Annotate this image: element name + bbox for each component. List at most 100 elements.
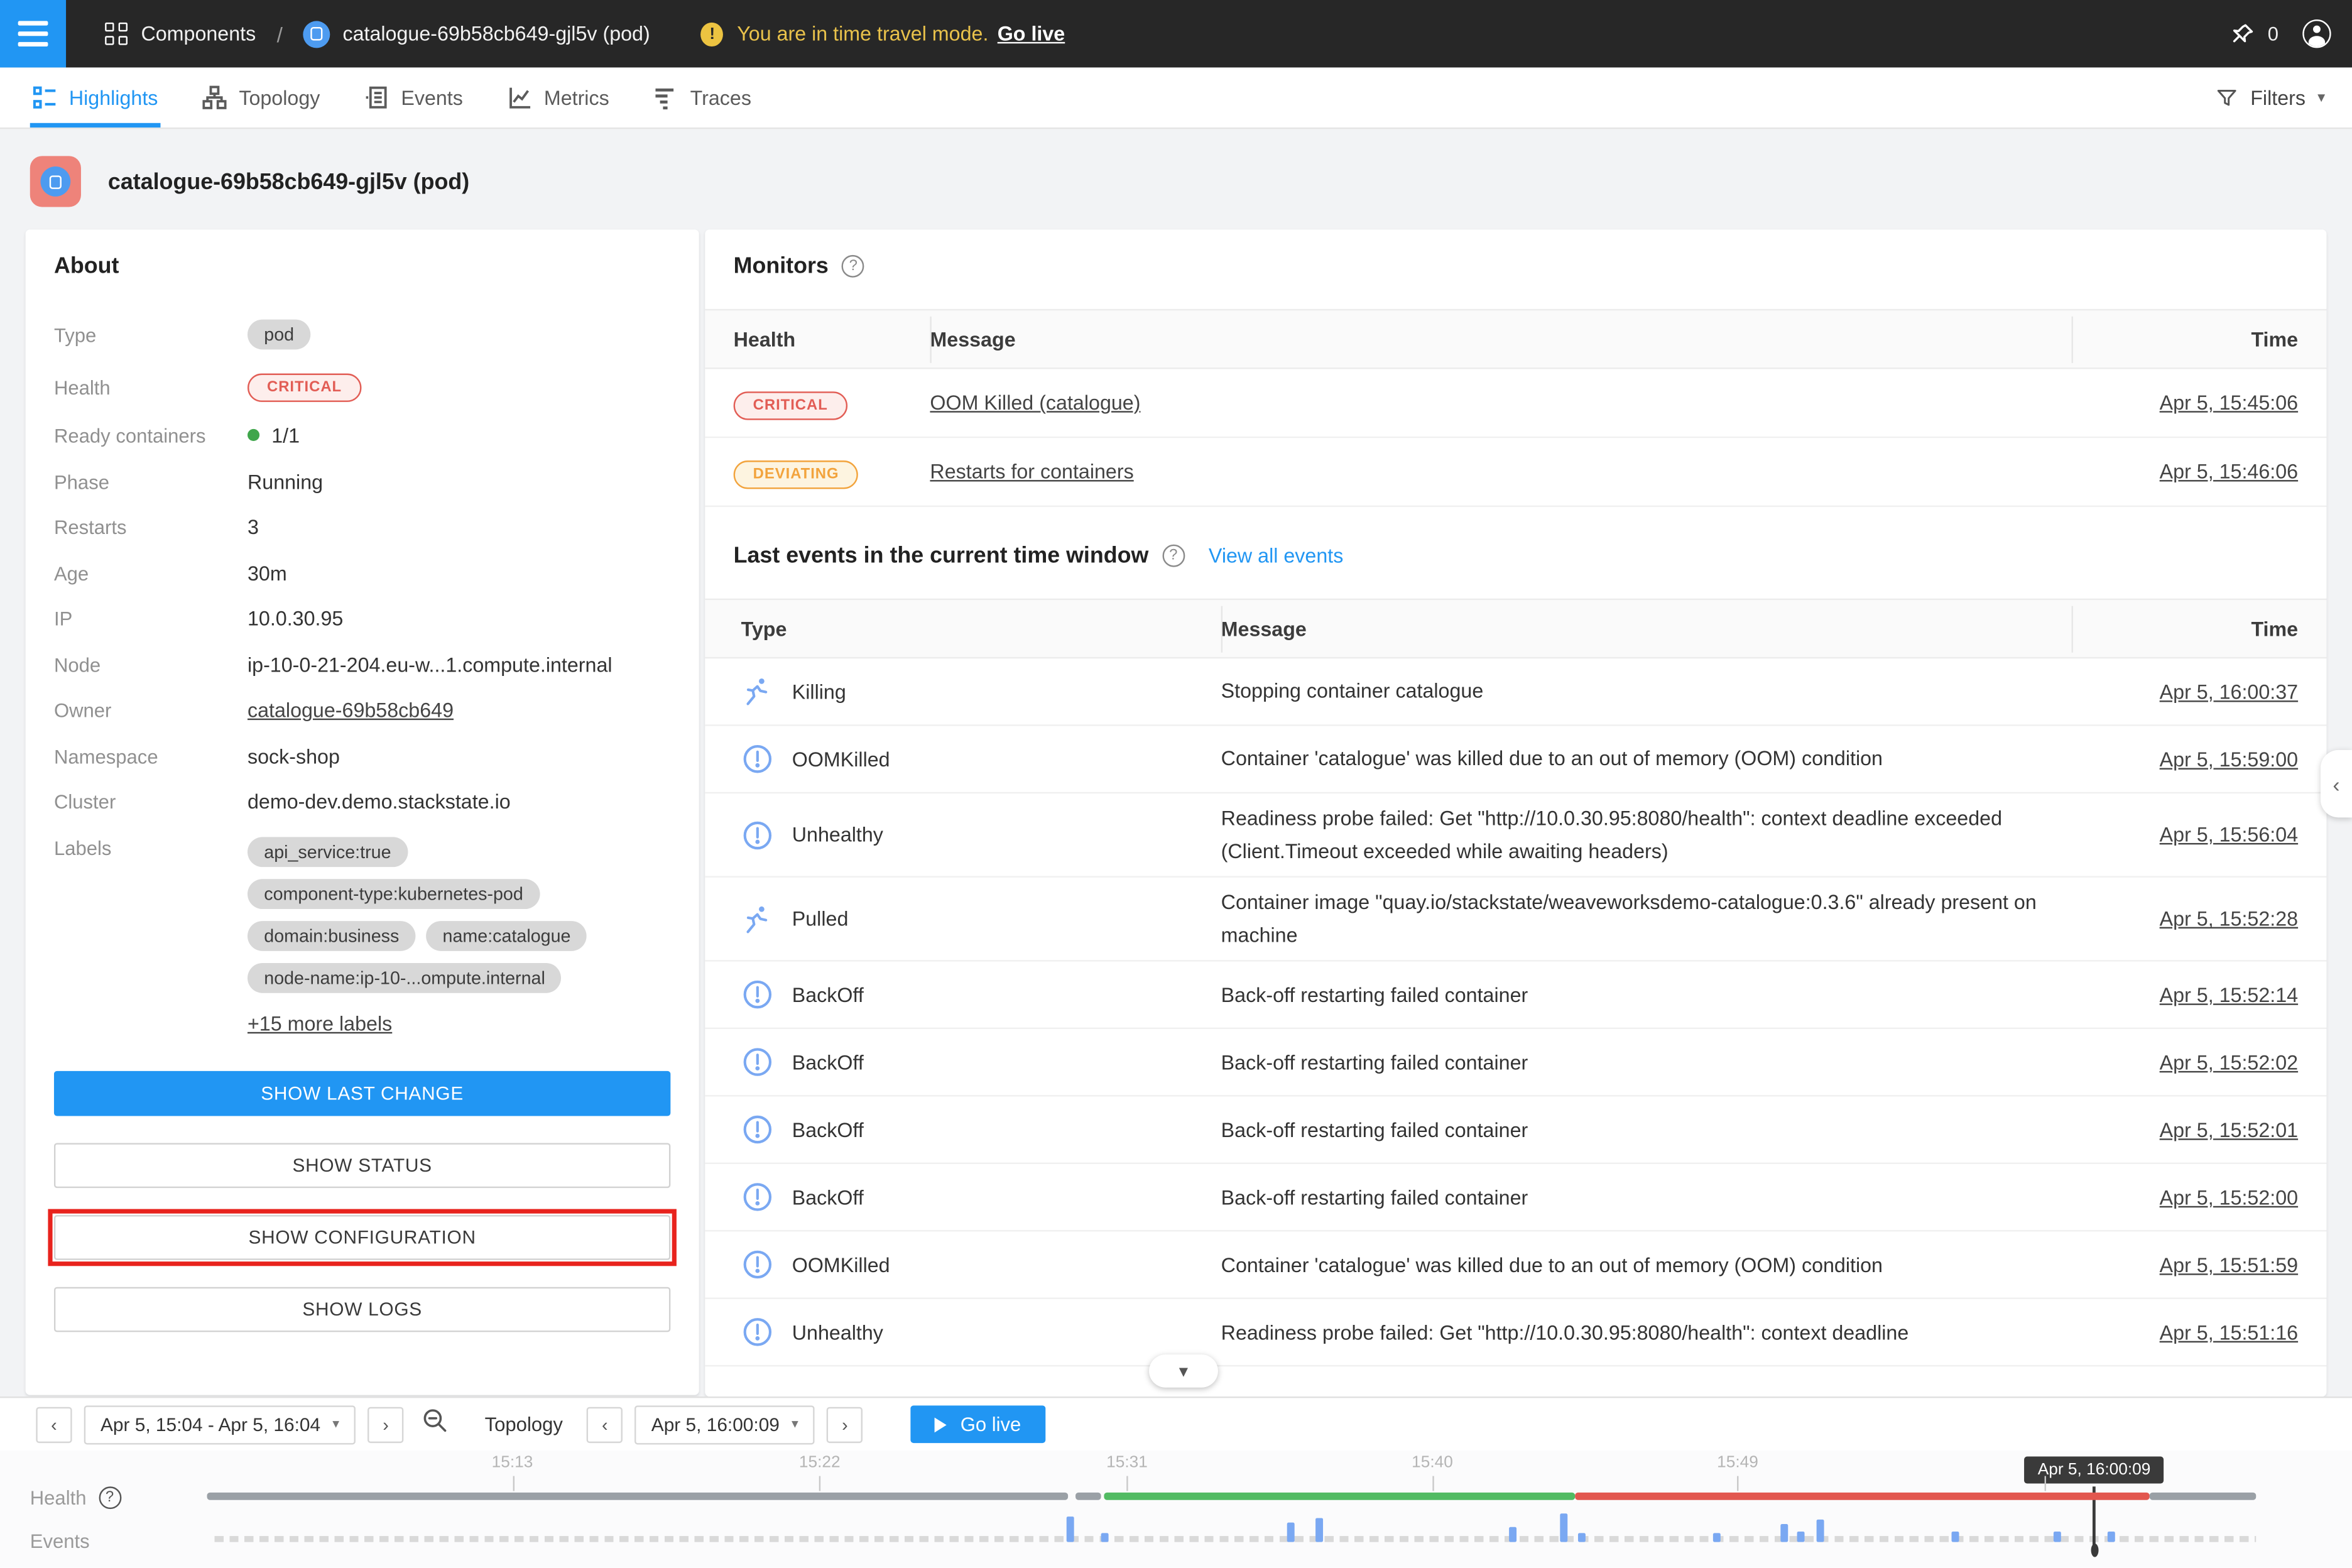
event-type-cell: Killing xyxy=(705,675,1221,709)
tab-label: Metrics xyxy=(544,86,609,109)
topology-time-value: Apr 5, 16:00:09 xyxy=(651,1414,780,1435)
pin-icon[interactable] xyxy=(2230,21,2256,46)
event-message-cell: Back-off restarting failed container xyxy=(1221,1182,2072,1214)
monitor-message-link[interactable]: OOM Killed (catalogue) xyxy=(930,391,1140,414)
about-value: 30m xyxy=(248,562,287,584)
event-time-cell: Apr 5, 15:52:01 xyxy=(2072,1119,2327,1141)
event-time-cell: Apr 5, 15:52:02 xyxy=(2072,1052,2327,1074)
topology-time-prev-button[interactable]: ‹ xyxy=(587,1407,623,1442)
breadcrumb-separator: / xyxy=(277,22,283,46)
topology-time-dropdown[interactable]: Apr 5, 16:00:09 ▾ xyxy=(635,1405,815,1444)
topology-time-next-button[interactable]: › xyxy=(827,1407,863,1442)
events-baseline xyxy=(214,1536,2256,1542)
event-time-link[interactable]: Apr 5, 15:51:16 xyxy=(2160,1321,2298,1344)
range-next-button[interactable]: › xyxy=(368,1407,403,1442)
event-time-link[interactable]: Apr 5, 15:52:28 xyxy=(2160,908,2298,930)
events-help-icon[interactable]: ? xyxy=(1162,545,1185,567)
tab-label: Events xyxy=(401,86,463,109)
show-last-change-button[interactable]: SHOW LAST CHANGE xyxy=(54,1070,670,1116)
alert-circle-icon xyxy=(741,1046,775,1079)
event-time-link[interactable]: Apr 5, 15:52:00 xyxy=(2160,1186,2298,1209)
time-travel-warning: ! You are in time travel mode. Go live xyxy=(701,22,1065,46)
monitor-message-link[interactable]: Restarts for containers xyxy=(930,460,1133,483)
about-value: 1/1 xyxy=(248,425,300,447)
show-status-button[interactable]: SHOW STATUS xyxy=(54,1142,670,1187)
zoom-out-icon[interactable] xyxy=(422,1407,449,1442)
event-time-link[interactable]: Apr 5, 15:52:14 xyxy=(2160,984,2298,1006)
event-time-link[interactable]: Apr 5, 15:52:01 xyxy=(2160,1119,2298,1141)
event-type-label: BackOff xyxy=(792,1052,864,1074)
tab-traces[interactable]: Traces xyxy=(651,67,754,128)
metrics-icon xyxy=(508,85,532,109)
event-time-link[interactable]: Apr 5, 16:00:37 xyxy=(2160,680,2298,703)
event-message-text: Back-off restarting failed container xyxy=(1221,983,1573,1006)
monitor-time-link[interactable]: Apr 5, 15:46:06 xyxy=(2160,460,2298,483)
event-message-cell: Container image "quay.io/stackstate/weav… xyxy=(1221,887,2072,952)
event-time-link[interactable]: Apr 5, 15:51:59 xyxy=(2160,1254,2298,1277)
filters-button[interactable]: Filters ▾ xyxy=(2216,86,2325,109)
hamburger-menu-button[interactable] xyxy=(0,0,66,67)
show-configuration-button[interactable]: SHOW CONFIGURATION xyxy=(54,1214,670,1260)
more-labels-link[interactable]: +15 more labels xyxy=(248,1012,655,1035)
owner-link[interactable]: catalogue-69b58cb649 xyxy=(248,699,454,722)
about-row-labels: Labels api_service:truecomponent-type:ku… xyxy=(54,836,670,1034)
collapse-panel-handle[interactable]: ‹ xyxy=(2321,750,2352,817)
about-label: Health xyxy=(54,376,248,398)
tab-events[interactable]: Events xyxy=(362,67,466,128)
event-type-cell: BackOff xyxy=(705,1114,1221,1147)
event-type-label: BackOff xyxy=(792,984,864,1006)
tab-label: Topology xyxy=(239,86,320,109)
about-label: Owner xyxy=(54,699,248,722)
timeline-tick-label: 15:40 xyxy=(1412,1454,1453,1472)
breadcrumb-components[interactable]: Components xyxy=(141,23,256,45)
view-all-events-link[interactable]: View all events xyxy=(1209,545,1343,567)
tab-bar: Highlights Topology Events Metrics Traces Fi… xyxy=(0,67,2352,129)
go-live-link[interactable]: Go live xyxy=(998,23,1065,45)
event-time-cell: Apr 5, 15:52:00 xyxy=(2072,1186,2327,1209)
current-time-marker-dot[interactable] xyxy=(2091,1544,2098,1557)
label-chip: node-name:ip-10-...ompute.internal xyxy=(248,962,562,993)
monitor-time-link[interactable]: Apr 5, 15:45:06 xyxy=(2160,391,2298,414)
event-time-cell: Apr 5, 15:52:28 xyxy=(2072,908,2327,930)
monitor-health-cell: DEVIATING xyxy=(705,460,930,483)
label-chip: name:catalogue xyxy=(426,920,587,950)
health-status-badge: DEVIATING xyxy=(734,460,859,489)
event-time-link[interactable]: Apr 5, 15:56:04 xyxy=(2160,824,2298,846)
chevron-down-icon: ▾ xyxy=(2317,89,2325,106)
event-type-cell: BackOff xyxy=(705,979,1221,1012)
range-prev-button[interactable]: ‹ xyxy=(36,1407,72,1442)
time-range-dropdown[interactable]: Apr 5, 15:04 - Apr 5, 16:04 ▾ xyxy=(84,1405,356,1444)
health-help-icon[interactable]: ? xyxy=(99,1486,121,1509)
timeline-events-label: Events xyxy=(30,1530,90,1553)
timeline-tick xyxy=(1127,1476,1128,1491)
event-count-bar xyxy=(1508,1527,1516,1542)
event-type-label: Unhealthy xyxy=(792,824,883,846)
about-row: Ready containers1/1 xyxy=(54,425,670,447)
warning-icon: ! xyxy=(701,22,724,46)
event-message-cell: Readiness probe failed: Get "http://10.0… xyxy=(1221,802,2072,867)
event-time-link[interactable]: Apr 5, 15:59:00 xyxy=(2160,748,2298,770)
timeline-track[interactable]: Apr 5, 16:00:09 15:1315:2215:3115:4015:4… xyxy=(207,1451,2257,1567)
tab-metrics[interactable]: Metrics xyxy=(505,67,612,128)
breadcrumb-entity[interactable]: catalogue-69b58cb649-gjl5v (pod) xyxy=(342,23,650,45)
events-icon xyxy=(365,85,389,109)
user-avatar[interactable] xyxy=(2302,19,2331,48)
about-label: Namespace xyxy=(54,745,248,768)
event-type-cell: OOMKilled xyxy=(705,1249,1221,1282)
event-message-cell: Container 'catalogue' was killed due to … xyxy=(1221,1249,2072,1282)
alert-circle-icon xyxy=(741,1249,775,1282)
tab-highlights[interactable]: Highlights xyxy=(30,67,161,128)
monitors-help-icon[interactable]: ? xyxy=(842,255,864,278)
show-logs-button[interactable]: SHOW LOGS xyxy=(54,1287,670,1332)
go-live-button[interactable]: Go live xyxy=(911,1405,1045,1443)
event-row: OOMKilledContainer 'catalogue' was kille… xyxy=(705,726,2326,793)
tab-topology[interactable]: Topology xyxy=(200,67,323,128)
timeline-tick xyxy=(2045,1476,2046,1491)
event-time-cell: Apr 5, 15:51:16 xyxy=(2072,1321,2327,1344)
event-row: BackOffBack-off restarting failed contai… xyxy=(705,1165,2326,1232)
event-count-bar xyxy=(1066,1516,1074,1542)
event-type-cell: Unhealthy xyxy=(705,1316,1221,1349)
expand-events-button[interactable]: ▾ xyxy=(1149,1354,1218,1388)
filters-label: Filters xyxy=(2250,86,2306,109)
event-time-link[interactable]: Apr 5, 15:52:02 xyxy=(2160,1052,2298,1074)
